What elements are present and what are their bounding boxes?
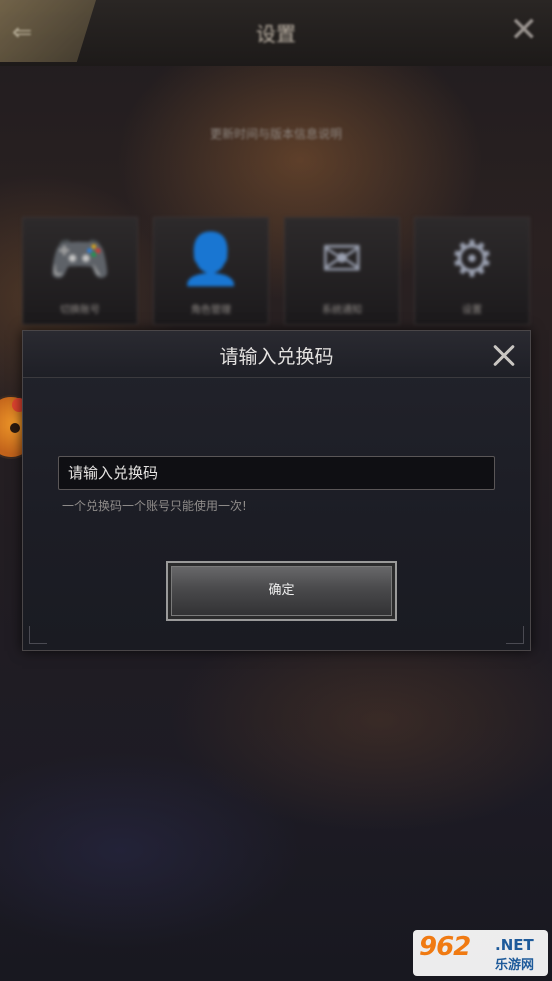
- avatar-icon: 👤: [179, 230, 243, 288]
- mascot-eye: [10, 423, 20, 433]
- close-icon[interactable]: [484, 335, 524, 375]
- redeem-code-dialog: 请输入兑换码 一个兑换码一个账号只能使用一次! 确定: [22, 330, 531, 651]
- tile-role-management[interactable]: 👤 角色管理: [153, 217, 269, 325]
- gamepad-icon: 🎮: [48, 230, 112, 288]
- tile-label: 设置: [462, 305, 482, 316]
- close-icon[interactable]: ✕: [510, 10, 539, 50]
- settings-tiles: 🎮 切换账号 👤 角色管理 ✉ 系统通知 ⚙ 设置: [22, 217, 530, 327]
- mail-icon: ✉: [321, 230, 363, 288]
- corner-ornament: [29, 626, 47, 644]
- tile-label: 角色管理: [191, 305, 231, 316]
- tile-label: 系统通知: [322, 305, 362, 316]
- tile-label: 切换账号: [60, 305, 100, 316]
- dialog-title: 请输入兑换码: [219, 346, 334, 368]
- watermark-suffix: .NET: [495, 936, 534, 954]
- watermark-number: 962: [419, 932, 471, 962]
- settings-top-bar: ⇐ 设置 ✕: [0, 0, 552, 66]
- redeem-code-input[interactable]: [58, 456, 495, 490]
- tile-notifications[interactable]: ✉ 系统通知: [284, 217, 400, 325]
- dialog-header: 请输入兑换码: [23, 331, 530, 378]
- redeem-hint: 一个兑换码一个账号只能使用一次!: [62, 499, 247, 513]
- confirm-button[interactable]: 确定: [166, 561, 397, 621]
- gear-icon: ⚙: [449, 230, 495, 288]
- tile-settings[interactable]: ⚙ 设置: [414, 217, 530, 325]
- corner-ornament: [506, 626, 524, 644]
- settings-title: 设置: [256, 22, 296, 46]
- tile-switch-account[interactable]: 🎮 切换账号: [22, 217, 138, 325]
- settings-subtitle: 更新时间与版本信息说明: [209, 127, 342, 141]
- site-watermark: 962 .NET 乐游网: [413, 930, 548, 976]
- watermark-site-name: 乐游网: [495, 958, 535, 973]
